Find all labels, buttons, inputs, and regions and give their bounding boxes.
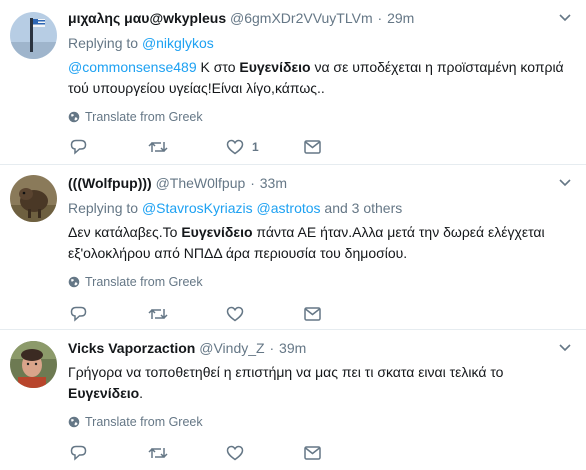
translate-link[interactable]: Translate from Greek [68, 414, 572, 430]
replying-to-link[interactable]: @astrotos [257, 200, 321, 216]
avatar[interactable] [10, 12, 57, 59]
display-name[interactable]: μιχαλης μαυ@wkypleus [68, 10, 226, 26]
like-button[interactable]: 1 [226, 139, 304, 155]
tweet-text: Δεν κατάλαβες.Το Ευγενίδειο πάντα ΑΕ ήτα… [68, 222, 572, 264]
tweet-text-part: Κ στο [196, 59, 240, 75]
highlight-term: Ευγενίδειο [181, 224, 253, 240]
tweet-actions [70, 443, 382, 463]
retweet-button[interactable] [148, 306, 226, 322]
highlight-term: Ευγενίδειο [239, 59, 311, 75]
chevron-down-icon[interactable] [558, 12, 572, 24]
like-count: 1 [252, 140, 259, 154]
translate-label[interactable]: Translate from Greek [85, 109, 203, 125]
timestamp[interactable]: 33m [260, 175, 287, 191]
direct-message-button[interactable] [304, 140, 382, 154]
avatar[interactable] [10, 175, 57, 222]
message-icon [304, 140, 321, 154]
replying-to-label: Replying to [68, 35, 139, 51]
retweet-icon [148, 308, 168, 320]
tweet-text: Γρήγορα να τοποθετηθεί η επιστήμη να μας… [68, 362, 572, 404]
reply-icon [70, 306, 87, 322]
reply-button[interactable] [70, 139, 148, 155]
reply-icon [70, 445, 87, 461]
reply-button[interactable] [70, 445, 148, 461]
tweet-text-part: . [139, 385, 144, 401]
like-button[interactable] [226, 445, 304, 461]
retweet-icon [148, 141, 168, 153]
direct-message-button[interactable] [304, 446, 382, 460]
tweet-actions: 1 [70, 137, 382, 157]
highlight-term: Ευγενίδειο [68, 385, 140, 401]
globe-icon [68, 416, 80, 428]
replying-to: Replying to @nikglykos [68, 33, 572, 53]
globe-icon [68, 111, 80, 123]
replying-to-others[interactable]: and 3 others [324, 200, 402, 216]
user-handle[interactable]: @6gmXDr2VVuyTLVm [230, 10, 373, 26]
reply-icon [70, 139, 87, 155]
retweet-icon [148, 447, 168, 459]
message-icon [304, 307, 321, 321]
tweet-3[interactable]: Vicks Vaporzaction @Vindy_Z · 39m Γρήγορ… [0, 330, 586, 470]
retweet-button[interactable] [148, 139, 226, 155]
translate-label[interactable]: Translate from Greek [85, 414, 203, 430]
tweet-text: @commonsense489 Κ στο Ευγενίδειο να σε υ… [68, 57, 572, 99]
separator: · [269, 340, 275, 356]
like-icon [226, 445, 244, 461]
separator: · [250, 175, 255, 191]
like-icon [226, 306, 244, 322]
translate-link[interactable]: Translate from Greek [68, 109, 572, 125]
tweet-actions [70, 304, 382, 324]
mention-link[interactable]: @commonsense489 [68, 59, 197, 75]
replying-to: Replying to @StavrosKyriazis @astrotos a… [68, 198, 572, 218]
avatar[interactable] [10, 341, 57, 388]
user-handle[interactable]: @Vindy_Z [199, 340, 264, 356]
retweet-button[interactable] [148, 445, 226, 461]
reply-button[interactable] [70, 306, 148, 322]
translate-link[interactable]: Translate from Greek [68, 274, 572, 290]
timestamp[interactable]: 29m [387, 10, 414, 26]
display-name[interactable]: (((Wolfpup))) [68, 175, 152, 191]
translate-label[interactable]: Translate from Greek [85, 274, 203, 290]
display-name[interactable]: Vicks Vaporzaction [68, 340, 195, 356]
chevron-down-icon[interactable] [558, 342, 572, 354]
chevron-down-icon[interactable] [558, 177, 572, 189]
replying-to-link[interactable]: @nikglykos [142, 35, 214, 51]
globe-icon [68, 276, 80, 288]
like-button[interactable] [226, 306, 304, 322]
timestamp[interactable]: 39m [279, 340, 306, 356]
tweet-text-part: Δεν κατάλαβες.Το [68, 224, 182, 240]
like-icon [226, 139, 244, 155]
replying-to-link[interactable]: @StavrosKyriazis [142, 200, 253, 216]
replying-to-label: Replying to [68, 200, 139, 216]
tweet-text-part: Γρήγορα να τοποθετηθεί η επιστήμη να μας… [68, 364, 504, 380]
user-handle[interactable]: @TheW0lfpup [156, 175, 246, 191]
direct-message-button[interactable] [304, 307, 382, 321]
tweet-2[interactable]: (((Wolfpup))) @TheW0lfpup · 33m Replying… [0, 165, 586, 330]
message-icon [304, 446, 321, 460]
tweet-1[interactable]: μιχαλης μαυ@wkypleus @6gmXDr2VVuyTLVm · … [0, 0, 586, 165]
separator: · [377, 10, 383, 26]
